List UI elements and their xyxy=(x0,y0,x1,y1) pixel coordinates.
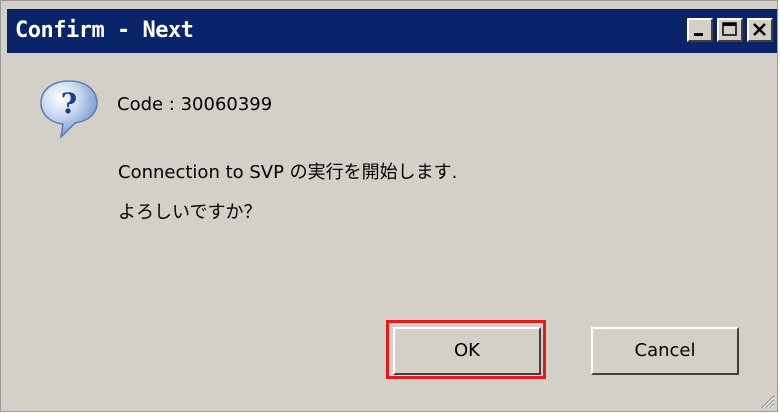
confirm-dialog-window: Confirm - Next ? Code: 30060399 Connect… xyxy=(0,0,778,412)
svg-text:?: ? xyxy=(61,87,77,120)
maximize-icon xyxy=(722,22,737,36)
code-text: Code : 30060399 xyxy=(117,94,273,115)
minimize-icon xyxy=(694,33,703,36)
ok-button[interactable]: OK xyxy=(393,327,541,375)
title-bar[interactable]: Confirm - Next xyxy=(7,9,777,53)
minimize-button[interactable] xyxy=(687,18,713,42)
message-text-line1: Connection to SVP の実行を開始します. xyxy=(118,162,458,183)
window-title: Confirm - Next xyxy=(15,18,194,43)
resize-grip-icon[interactable] xyxy=(759,393,775,409)
cancel-button[interactable]: Cancel xyxy=(591,327,739,375)
question-icon: ? xyxy=(40,80,98,140)
close-button[interactable] xyxy=(747,18,773,42)
close-icon xyxy=(753,23,766,36)
message-text-line2: よろしいですか？ xyxy=(118,202,262,223)
maximize-button[interactable] xyxy=(717,18,743,42)
